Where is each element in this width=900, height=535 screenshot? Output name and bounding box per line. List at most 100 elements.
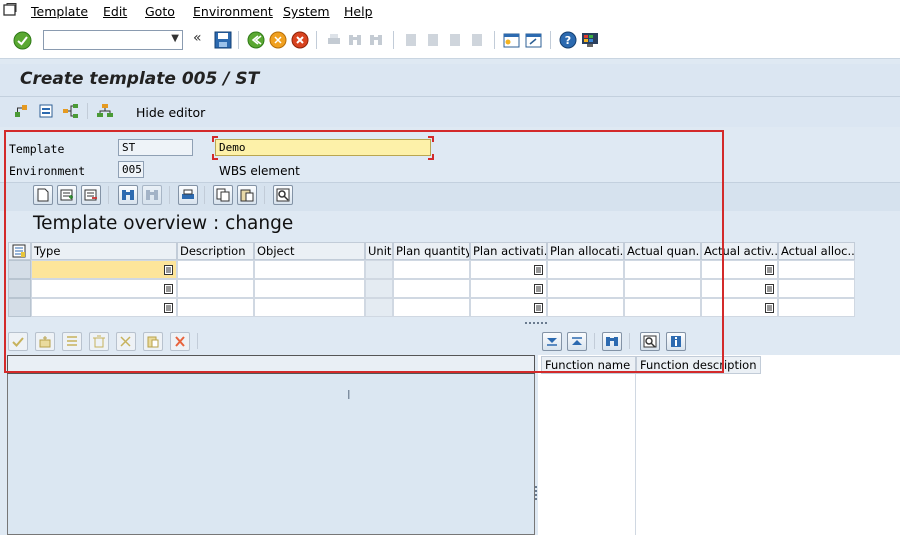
create-session-icon[interactable]	[503, 31, 521, 49]
list-button[interactable]	[62, 332, 82, 351]
row-selector[interactable]	[8, 298, 31, 317]
table-cell[interactable]	[393, 298, 470, 317]
collapse-up-button[interactable]	[567, 332, 587, 351]
table-cell[interactable]	[547, 298, 624, 317]
table-settings[interactable]	[8, 242, 31, 260]
template-field[interactable]: ST	[118, 139, 193, 156]
print-button[interactable]	[178, 185, 198, 205]
table-cell[interactable]	[470, 279, 547, 298]
layout-icon[interactable]	[581, 31, 599, 49]
table-cell[interactable]	[701, 298, 778, 317]
splitter-handle[interactable]	[525, 322, 547, 328]
environment-field[interactable]: 005	[118, 161, 144, 178]
column-header-function-description[interactable]: Function description	[636, 356, 761, 374]
table-cell[interactable]	[254, 260, 365, 279]
paste-node-button[interactable]	[143, 332, 163, 351]
column-header-plan-activation[interactable]: Plan activati...	[470, 242, 547, 260]
find-button[interactable]	[118, 185, 138, 205]
column-header-description[interactable]: Description	[177, 242, 254, 260]
find-function-button[interactable]	[602, 332, 622, 351]
value-help-icon[interactable]	[765, 284, 774, 294]
table-cell[interactable]	[470, 298, 547, 317]
cut-button[interactable]	[116, 332, 136, 351]
value-help-icon[interactable]	[534, 303, 543, 313]
dropdown-arrow-icon[interactable]: ▼	[171, 33, 179, 44]
exit-icon[interactable]	[269, 31, 287, 49]
column-header-actual-quantity[interactable]: Actual quan...	[624, 242, 701, 260]
hide-editor-button[interactable]: Hide editor	[136, 105, 205, 120]
value-help-icon[interactable]	[765, 265, 774, 275]
command-field[interactable]: ▼	[43, 30, 183, 50]
table-cell[interactable]	[701, 260, 778, 279]
table-cell-type[interactable]	[31, 279, 177, 298]
details-button[interactable]	[273, 185, 293, 205]
table-cell[interactable]	[778, 260, 855, 279]
column-header-object[interactable]: Object	[254, 242, 365, 260]
save-icon[interactable]	[214, 31, 232, 49]
table-cell[interactable]	[624, 298, 701, 317]
structure-icon[interactable]	[38, 103, 56, 119]
help-icon[interactable]: ?	[559, 31, 577, 49]
menu-system[interactable]: System	[283, 4, 330, 19]
template-editor-pane[interactable]	[7, 355, 535, 535]
column-header-plan-quantity[interactable]: Plan quantity	[393, 242, 470, 260]
new-entry-button[interactable]	[33, 185, 53, 205]
system-menu-icon[interactable]	[3, 3, 17, 17]
menu-goto[interactable]: Goto	[145, 4, 175, 19]
delete-button[interactable]	[89, 332, 109, 351]
row-selector[interactable]	[8, 279, 31, 298]
column-header-actual-activation[interactable]: Actual activ...	[701, 242, 778, 260]
table-cell[interactable]	[701, 279, 778, 298]
menu-template[interactable]: Template	[31, 4, 88, 19]
column-header-unit[interactable]: Unit	[365, 242, 393, 260]
row-selector[interactable]	[8, 260, 31, 279]
cancel-icon[interactable]	[291, 31, 309, 49]
paste-button[interactable]	[237, 185, 257, 205]
value-help-icon[interactable]	[164, 265, 173, 275]
value-help-icon[interactable]	[534, 265, 543, 275]
template-description-field[interactable]: Demo	[215, 139, 431, 156]
table-cell[interactable]	[624, 260, 701, 279]
value-help-icon[interactable]	[765, 303, 774, 313]
column-header-actual-allocation[interactable]: Actual alloc...	[778, 242, 855, 260]
menu-environment[interactable]: Environment	[193, 4, 273, 19]
menu-help[interactable]: Help	[344, 4, 373, 19]
org-structure-icon[interactable]	[96, 103, 114, 119]
check-button[interactable]	[8, 332, 28, 351]
table-cell[interactable]	[393, 279, 470, 298]
table-cell[interactable]	[177, 279, 254, 298]
delete-row-button[interactable]	[81, 185, 101, 205]
value-help-icon[interactable]	[164, 284, 173, 294]
value-help-icon[interactable]	[534, 284, 543, 294]
find-next-button[interactable]	[142, 185, 162, 205]
insert-node-button[interactable]	[35, 332, 55, 351]
column-header-plan-allocation[interactable]: Plan allocati...	[547, 242, 624, 260]
column-header-type[interactable]: Type	[31, 242, 177, 260]
copy-button[interactable]	[213, 185, 233, 205]
table-cell[interactable]	[547, 260, 624, 279]
column-header-function-name[interactable]: Function name	[541, 356, 636, 374]
table-cell[interactable]	[177, 298, 254, 317]
table-cell[interactable]	[778, 279, 855, 298]
insert-row-button[interactable]	[57, 185, 77, 205]
cancel-button[interactable]	[170, 332, 190, 351]
back-icon[interactable]	[247, 31, 265, 49]
function-details-button[interactable]	[640, 332, 660, 351]
table-cell[interactable]	[624, 279, 701, 298]
table-cell[interactable]	[177, 260, 254, 279]
menu-edit[interactable]: Edit	[103, 4, 127, 19]
info-button[interactable]	[666, 332, 686, 351]
table-cell[interactable]	[778, 298, 855, 317]
table-cell[interactable]	[547, 279, 624, 298]
tree-network-icon[interactable]	[62, 103, 80, 119]
value-help-icon[interactable]	[164, 303, 173, 313]
expand-down-button[interactable]	[542, 332, 562, 351]
table-cell-type[interactable]	[31, 260, 177, 279]
table-cell[interactable]	[254, 298, 365, 317]
collapse-icon[interactable]: «	[193, 30, 202, 46]
hierarchy-icon[interactable]	[14, 103, 32, 119]
table-cell-type[interactable]	[31, 298, 177, 317]
table-cell[interactable]	[393, 260, 470, 279]
table-cell[interactable]	[254, 279, 365, 298]
enter-icon[interactable]	[13, 31, 32, 50]
